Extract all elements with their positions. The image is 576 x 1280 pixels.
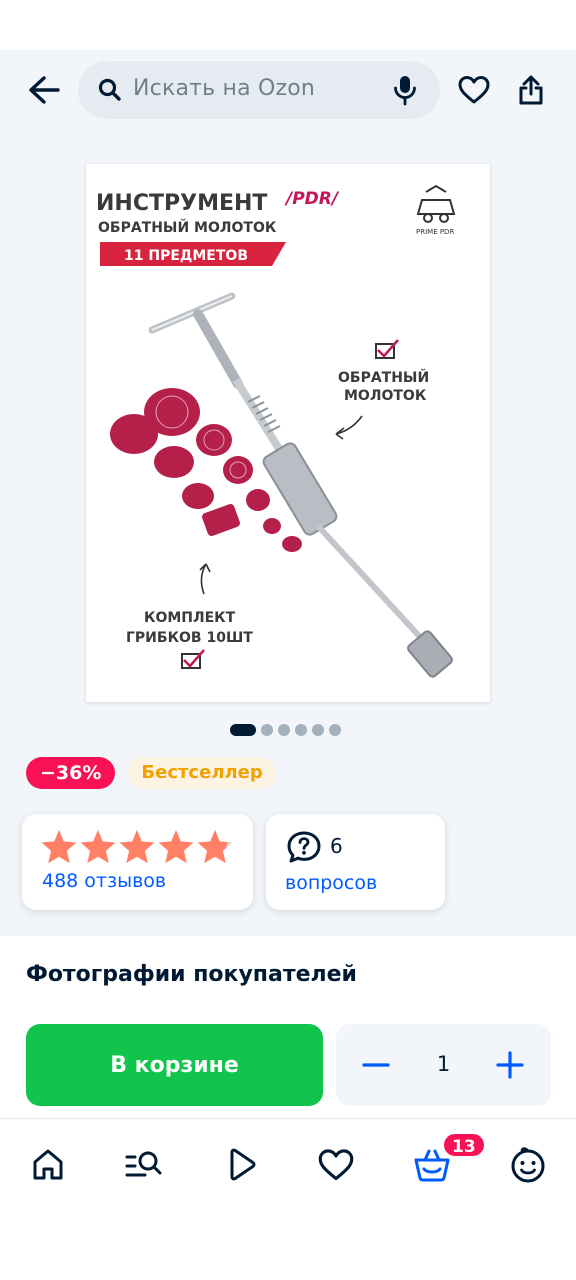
gallery-dot[interactable] [312, 724, 324, 736]
questions-count: 6 [330, 834, 343, 858]
cart-count-badge: 13 [442, 1132, 486, 1158]
back-arrow-icon [29, 76, 60, 104]
gallery-dot[interactable] [278, 724, 290, 736]
gallery-dot[interactable] [295, 724, 307, 736]
microphone-icon[interactable] [392, 74, 418, 106]
image-title: ИНСТРУМЕНТ [96, 191, 267, 216]
quantity-stepper: 1 [336, 1024, 551, 1106]
gallery-dot-active[interactable] [230, 724, 256, 736]
favorites-heart-icon [318, 1149, 354, 1181]
increase-quantity-button[interactable] [490, 1045, 530, 1085]
label-hammer-2: МОЛОТОК [344, 388, 427, 404]
search-icon [98, 78, 121, 101]
share-button[interactable] [511, 70, 551, 110]
profile-smile-icon [511, 1147, 545, 1183]
star-icon [197, 829, 233, 864]
product-gallery: ИНСТРУМЕНТ /PDR/ ОБРАТНЫЙ МОЛОТОК 11 ПРЕ… [0, 128, 576, 936]
nav-home[interactable] [26, 1143, 70, 1187]
star-icon [80, 829, 116, 864]
product-image[interactable]: ИНСТРУМЕНТ /PDR/ ОБРАТНЫЙ МОЛОТОК 11 ПРЕ… [86, 164, 490, 702]
star-icon [41, 829, 77, 864]
gallery-dot[interactable] [329, 724, 341, 736]
share-icon [519, 75, 543, 105]
questions-link[interactable]: вопросов [285, 872, 377, 894]
brand-logo [416, 184, 456, 223]
bottom-navigation: 13 [0, 1118, 576, 1208]
search-input[interactable]: Искать на Ozon [78, 61, 440, 119]
search-placeholder: Искать на Ozon [133, 76, 316, 101]
plus-icon [496, 1051, 524, 1079]
image-ribbon: 11 ПРЕДМЕТОВ [124, 248, 248, 264]
question-bubble-icon [287, 831, 321, 863]
back-button[interactable] [22, 70, 66, 110]
in-cart-button[interactable]: В корзине [26, 1024, 323, 1106]
nav-video[interactable] [219, 1143, 263, 1187]
buyer-photos-title[interactable]: Фотографии покупателей [26, 962, 357, 987]
catalog-search-icon [125, 1151, 162, 1177]
star-icon [158, 829, 194, 864]
top-bar: Искать на Ozon [0, 50, 576, 128]
rating-stars [40, 828, 234, 865]
home-icon [33, 1149, 63, 1180]
label-tabs-2: ГРИБКОВ 10ШТ [126, 630, 253, 646]
star-icon [119, 829, 155, 864]
image-title-tag: /PDR/ [284, 189, 340, 209]
favorite-button[interactable] [454, 70, 494, 110]
heart-icon [458, 76, 490, 104]
nav-profile[interactable] [506, 1143, 550, 1187]
brand-text: PRIME PDR [416, 228, 454, 236]
video-play-icon [230, 1148, 256, 1181]
discount-badge: −36% [26, 757, 116, 789]
rating-card[interactable]: 488 отзывов [22, 814, 253, 910]
reviews-link[interactable]: 488 отзывов [42, 870, 166, 892]
label-tabs-1: КОМПЛЕКТ [144, 610, 236, 626]
nav-catalog[interactable] [121, 1143, 165, 1187]
questions-card[interactable]: 6 вопросов [266, 814, 445, 910]
gallery-pagination[interactable] [230, 724, 341, 736]
label-hammer-1: ОБРАТНЫЙ [338, 369, 429, 386]
product-badges: −36% Бестселлер [26, 757, 276, 789]
image-subtitle: ОБРАТНЫЙ МОЛОТОК [98, 219, 277, 236]
bestseller-badge: Бестселлер [128, 757, 276, 789]
gallery-dot[interactable] [261, 724, 273, 736]
nav-favorites[interactable] [314, 1143, 358, 1187]
